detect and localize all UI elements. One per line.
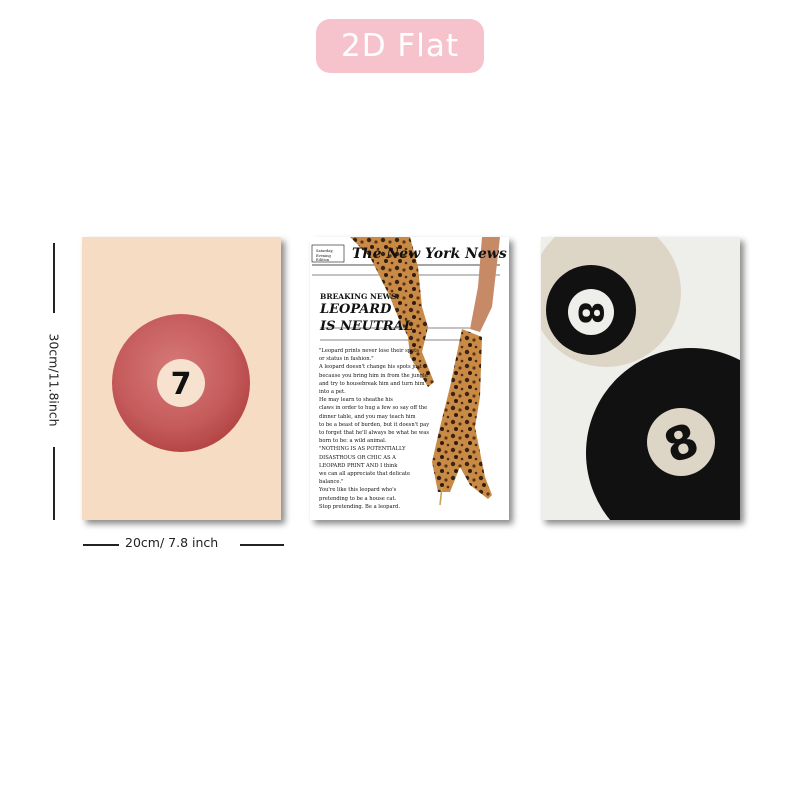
print-leopard-newspaper: Saturday, Evening Edition The New York N… — [310, 237, 509, 520]
headline-line-2: IS NEUTRAL — [320, 319, 413, 334]
kicker: BREAKING NEWS: — [320, 292, 400, 301]
headline-line-1: LEOPARD — [320, 302, 392, 317]
article-line: we can all appreciate that delicate — [319, 471, 411, 478]
article-line: into a pet. — [319, 389, 346, 396]
article-line: "Leopard prints never lose their spots — [319, 348, 419, 354]
ball-number-8-top: 8 — [570, 301, 610, 325]
article-line: pretending to be a house cat. — [319, 495, 397, 502]
masthead-box-text: Saturday, Evening Edition — [316, 249, 334, 262]
article-line: claws in order to hug a few so say off t… — [319, 405, 428, 412]
article-line: dinner table, and you may teach him — [319, 413, 416, 420]
print-pool-ball-7: 7 — [82, 237, 281, 520]
article-line: Stop pretending. Be a leopard. — [319, 503, 401, 510]
masthead-title: The New York News — [352, 246, 507, 262]
article-line: A leopard doesn't change his spots just — [319, 364, 423, 371]
width-dimension-line-right — [240, 544, 284, 546]
article-line: DISASTROUS OR CHIC AS A — [319, 454, 396, 461]
article-line: born to be: a wild animal. — [319, 438, 387, 445]
article-line: to be a beast of burden, but it doesn't … — [319, 421, 430, 428]
article-line: because you bring him in from the jungle — [319, 372, 428, 379]
width-dimension-label: 20cm/ 7.8 inch — [125, 535, 219, 550]
article-line: LEOPARD PRINT AND I think — [319, 462, 398, 469]
pool-ball-7-artwork: 7 — [112, 314, 250, 452]
height-dimension-line-bottom — [53, 447, 55, 520]
height-dimension-label: 30cm/11.8inch — [46, 333, 62, 427]
article-line: to forget that he'll always be what he w… — [319, 430, 429, 437]
article-line: or status in fashion." — [319, 356, 374, 363]
article-line: balance." — [319, 479, 344, 486]
ball-number-7: 7 — [171, 367, 192, 402]
pool-ball-8-artwork: 8 8 — [541, 237, 740, 520]
width-dimension-line-left — [83, 544, 119, 546]
article-line: You're like this leopard who's — [319, 487, 397, 494]
print-pool-ball-8: 8 8 — [541, 237, 740, 520]
style-badge: 2D Flat — [316, 19, 484, 73]
article-line: He may learn to sheathe his — [319, 397, 393, 404]
height-dimension-line-top — [53, 243, 55, 313]
article-line: "NOTHING IS AS POTENTIALLY — [319, 446, 406, 453]
article-line: and try to housebreak him and turn him — [319, 380, 425, 387]
article-body: "Leopard prints never lose their spots or… — [319, 347, 449, 511]
